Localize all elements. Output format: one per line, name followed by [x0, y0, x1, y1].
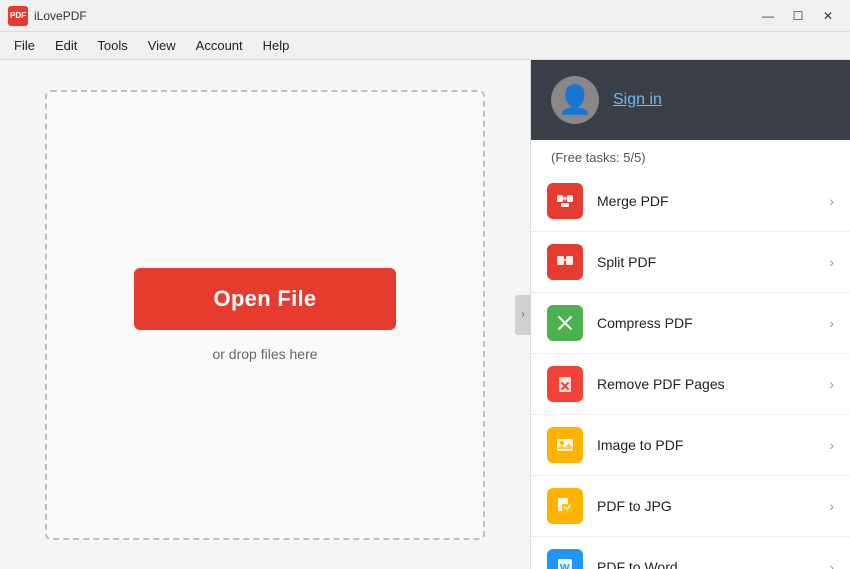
collapse-panel-arrow[interactable]: › — [515, 295, 531, 335]
open-file-button[interactable]: Open File — [134, 268, 397, 330]
left-panel: Open File or drop files here › — [0, 60, 530, 569]
tool-icon-split — [547, 244, 583, 280]
tool-label-image: Image to PDF — [597, 437, 815, 453]
app-logo: PDF — [8, 6, 28, 26]
title-bar: PDF iLovePDF — ☐ ✕ — [0, 0, 850, 32]
minimize-button[interactable]: — — [754, 6, 782, 26]
account-header: 👤 Sign in — [531, 60, 850, 140]
user-icon: 👤 — [558, 86, 593, 114]
tool-chevron-remove: › — [829, 376, 834, 392]
tool-chevron-pdftoword: › — [829, 559, 834, 569]
app-title: iLovePDF — [34, 9, 87, 23]
tool-chevron-merge: › — [829, 193, 834, 209]
tool-item-image[interactable]: Image to PDF › — [531, 415, 850, 476]
tool-label-split: Split PDF — [597, 254, 815, 270]
main-content: Open File or drop files here › 👤 Sign in… — [0, 60, 850, 569]
close-button[interactable]: ✕ — [814, 6, 842, 26]
menu-view[interactable]: View — [138, 34, 186, 57]
avatar: 👤 — [551, 76, 599, 124]
tool-chevron-image: › — [829, 437, 834, 453]
tool-label-pdftoword: PDF to Word — [597, 559, 815, 569]
tool-icon-merge — [547, 183, 583, 219]
menu-tools[interactable]: Tools — [87, 34, 137, 57]
menu-account[interactable]: Account — [186, 34, 253, 57]
menu-file[interactable]: File — [4, 34, 45, 57]
tool-icon-pdftoword: W — [547, 549, 583, 569]
free-tasks-label: (Free tasks: 5/5) — [531, 140, 850, 171]
svg-text:W: W — [560, 563, 570, 569]
menu-help[interactable]: Help — [253, 34, 300, 57]
tool-icon-image — [547, 427, 583, 463]
drop-text: or drop files here — [212, 346, 317, 362]
tool-item-split[interactable]: Split PDF › — [531, 232, 850, 293]
window-controls: — ☐ ✕ — [754, 6, 842, 26]
right-panel: 👤 Sign in (Free tasks: 5/5) Merge PDF › S… — [530, 60, 850, 569]
menu-edit[interactable]: Edit — [45, 34, 87, 57]
drop-zone[interactable]: Open File or drop files here — [45, 90, 485, 540]
tool-item-compress[interactable]: Compress PDF › — [531, 293, 850, 354]
tool-chevron-split: › — [829, 254, 834, 270]
tool-label-merge: Merge PDF — [597, 193, 815, 209]
title-bar-left: PDF iLovePDF — [8, 6, 87, 26]
tool-chevron-compress: › — [829, 315, 834, 331]
maximize-button[interactable]: ☐ — [784, 6, 812, 26]
tools-list: Merge PDF › Split PDF › Compress PDF › Remo… — [531, 171, 850, 569]
tool-item-merge[interactable]: Merge PDF › — [531, 171, 850, 232]
tool-item-remove[interactable]: Remove PDF Pages › — [531, 354, 850, 415]
sign-in-link[interactable]: Sign in — [613, 91, 662, 109]
tool-label-remove: Remove PDF Pages — [597, 376, 815, 392]
tool-label-pdftojpg: PDF to JPG — [597, 498, 815, 514]
tool-icon-compress — [547, 305, 583, 341]
menu-bar: File Edit Tools View Account Help — [0, 32, 850, 60]
tool-label-compress: Compress PDF — [597, 315, 815, 331]
tool-chevron-pdftojpg: › — [829, 498, 834, 514]
tool-icon-remove — [547, 366, 583, 402]
tool-item-pdftojpg[interactable]: PDF to JPG › — [531, 476, 850, 537]
tool-icon-pdftojpg — [547, 488, 583, 524]
tool-item-pdftoword[interactable]: W PDF to Word › — [531, 537, 850, 569]
